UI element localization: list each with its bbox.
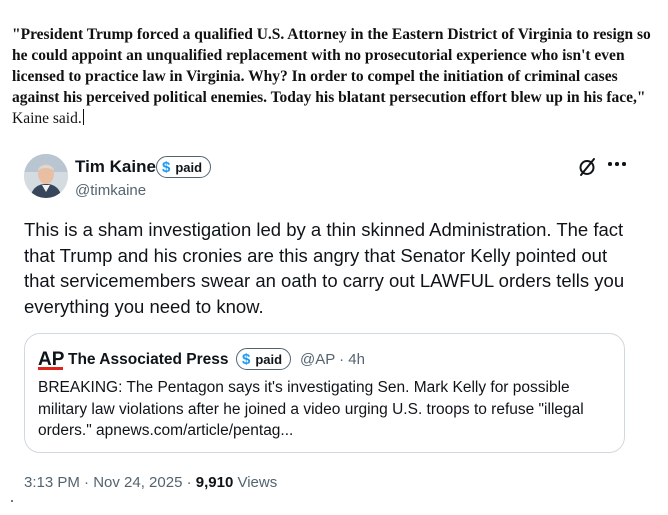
svg-text:AP: AP [38, 349, 65, 370]
avatar-image [24, 154, 68, 198]
quoted-author-name[interactable]: The Associated Press [68, 351, 229, 369]
timestamp[interactable]: 3:13 PM · Nov 24, 2025 · [24, 474, 196, 491]
tweet-footer: 3:13 PM · Nov 24, 2025 · 9,910 Views [24, 474, 277, 491]
avatar[interactable] [24, 154, 68, 198]
ap-logo: AP [38, 348, 66, 370]
author-name[interactable]: Tim Kaine [75, 157, 156, 177]
paid-badge-label: paid [255, 351, 283, 367]
article-quote-attribution: Kaine said. [12, 110, 82, 127]
quoted-paid-badge: $ paid [236, 348, 292, 370]
article-quote-bold: "President Trump forced a qualified U.S.… [12, 26, 651, 106]
tweet-text: This is a sham investigation led by a th… [24, 219, 625, 317]
more-options-icon[interactable] [608, 162, 626, 168]
dollar-icon: $ [242, 350, 251, 368]
paid-badge-label: paid [175, 159, 203, 175]
quoted-handle-time[interactable]: @AP · 4h [300, 351, 365, 368]
author-handle[interactable]: @timkaine [75, 182, 146, 199]
paid-badge: $ paid [156, 156, 212, 178]
image-artifact [11, 500, 13, 502]
article-quote: "President Trump forced a qualified U.S.… [12, 24, 662, 129]
views-count: 9,910 [195, 474, 234, 491]
quoted-tweet-text: BREAKING: The Pentagon says it's investi… [38, 379, 584, 439]
views-label: Views [233, 474, 278, 491]
quoted-tweet-card[interactable]: AP The Associated Press $ paid @AP · 4h … [24, 333, 625, 453]
grok-icon[interactable] [577, 157, 597, 177]
dollar-icon: $ [162, 158, 171, 176]
text-cursor [82, 109, 84, 125]
